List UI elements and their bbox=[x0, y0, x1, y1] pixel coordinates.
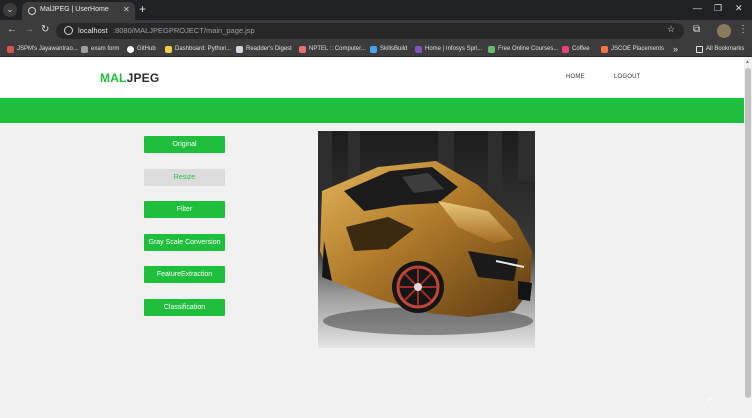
book-icon bbox=[236, 45, 243, 53]
url-path: :8080/MALJPEGPROJECT/main_page.jsp bbox=[113, 26, 255, 35]
bookmark-item[interactable]: NPTEL :: Computer... bbox=[299, 44, 366, 54]
bookmark-item[interactable]: GitHub bbox=[127, 44, 156, 54]
all-bookmarks-button[interactable]: All Bookmarks bbox=[696, 44, 744, 54]
bookmark-item[interactable]: Dashboard: Python... bbox=[165, 44, 231, 54]
bookmarks-overflow-button[interactable]: » bbox=[673, 44, 678, 54]
bookmark-item[interactable]: exam form bbox=[81, 44, 119, 54]
resize-button[interactable]: Resize bbox=[144, 169, 225, 186]
bookmark-item[interactable]: Free Online Courses... bbox=[488, 44, 558, 54]
reload-icon[interactable]: ↻ bbox=[41, 24, 49, 35]
bookmark-item[interactable]: JSPM's Jayawantrao... bbox=[7, 44, 78, 54]
tab-title: MalJPEG | UserHome bbox=[40, 6, 109, 13]
maximize-icon[interactable]: ❐ bbox=[714, 3, 722, 14]
logo-part-mal: MAL bbox=[100, 71, 127, 85]
profile-avatar[interactable] bbox=[717, 24, 731, 38]
globe-icon bbox=[28, 7, 36, 15]
bookmark-item[interactable]: JSCOE Placements bbox=[601, 44, 664, 54]
forward-icon[interactable]: → bbox=[24, 24, 34, 35]
nav-logout-link[interactable]: LOGOUT bbox=[614, 74, 641, 80]
page-scrollbar[interactable]: ▲ bbox=[744, 58, 752, 418]
course-icon bbox=[488, 45, 495, 53]
browser-toolbar: ← → ↻ localhost :8080/MALJPEGPROJECT/mai… bbox=[0, 20, 752, 42]
back-icon[interactable]: ← bbox=[7, 24, 17, 35]
original-button[interactable]: Original bbox=[144, 136, 225, 153]
python-icon bbox=[165, 45, 172, 53]
url-host: localhost bbox=[78, 26, 108, 35]
bookmark-item[interactable]: Coffee bbox=[562, 44, 590, 54]
tab-search-icon[interactable]: ⌄ bbox=[3, 3, 17, 17]
extensions-icon[interactable]: ⧉ bbox=[693, 24, 700, 35]
site-info-icon[interactable] bbox=[64, 26, 73, 35]
globe-icon bbox=[7, 45, 14, 53]
address-bar[interactable]: localhost :8080/MALJPEGPROJECT/main_page… bbox=[56, 23, 684, 39]
bookmark-star-icon[interactable]: ☆ bbox=[667, 24, 675, 35]
nptel-icon bbox=[299, 45, 306, 53]
minimize-icon[interactable]: — bbox=[693, 3, 702, 13]
folder-icon bbox=[696, 45, 703, 53]
logo-part-jpeg: JPEG bbox=[126, 71, 160, 85]
classification-button[interactable]: Classification bbox=[144, 299, 225, 316]
bookmark-item[interactable]: Home | Infosys Spri... bbox=[415, 44, 482, 54]
nav-home-link[interactable]: HOME bbox=[566, 74, 585, 80]
page-viewport: MALJPEG HOME LOGOUT Original Resize Filt… bbox=[0, 58, 744, 418]
feature-extraction-button[interactable]: FeatureExtraction bbox=[144, 266, 225, 283]
scroll-to-top-icon[interactable]: ︿ bbox=[706, 389, 716, 404]
hero-band bbox=[0, 98, 744, 123]
bookmark-item[interactable]: Readder's Digest bbox=[236, 44, 292, 54]
car-photo bbox=[318, 131, 535, 348]
browser-tab[interactable]: MalJPEG | UserHome ✕ bbox=[22, 2, 135, 20]
scroll-up-arrow-icon[interactable]: ▲ bbox=[745, 59, 750, 65]
site-logo[interactable]: MALJPEG bbox=[100, 71, 159, 85]
close-window-icon[interactable]: ✕ bbox=[735, 3, 743, 14]
site-header: MALJPEG HOME LOGOUT bbox=[0, 58, 744, 98]
skillsbuild-icon bbox=[370, 45, 377, 53]
grayscale-conversion-button[interactable]: Gray Scale Conversion bbox=[144, 234, 225, 251]
scrollbar-thumb[interactable] bbox=[745, 68, 751, 398]
close-tab-icon[interactable]: ✕ bbox=[123, 5, 130, 14]
menu-icon[interactable]: ⋮ bbox=[738, 24, 748, 35]
filter-button[interactable]: Filter bbox=[144, 201, 225, 218]
github-icon bbox=[127, 45, 134, 53]
bookmark-item[interactable]: SkillsBuild bbox=[370, 44, 407, 54]
new-tab-icon[interactable]: + bbox=[139, 2, 146, 16]
browser-tab-strip: ⌄ MalJPEG | UserHome ✕ + — ❐ ✕ bbox=[0, 0, 752, 20]
globe-icon bbox=[81, 45, 88, 53]
coffee-icon bbox=[562, 45, 569, 53]
placements-icon bbox=[601, 45, 608, 53]
uploaded-image bbox=[318, 131, 535, 348]
bookmarks-bar: JSPM's Jayawantrao... exam form GitHub D… bbox=[0, 42, 752, 57]
infosys-icon bbox=[415, 45, 422, 53]
